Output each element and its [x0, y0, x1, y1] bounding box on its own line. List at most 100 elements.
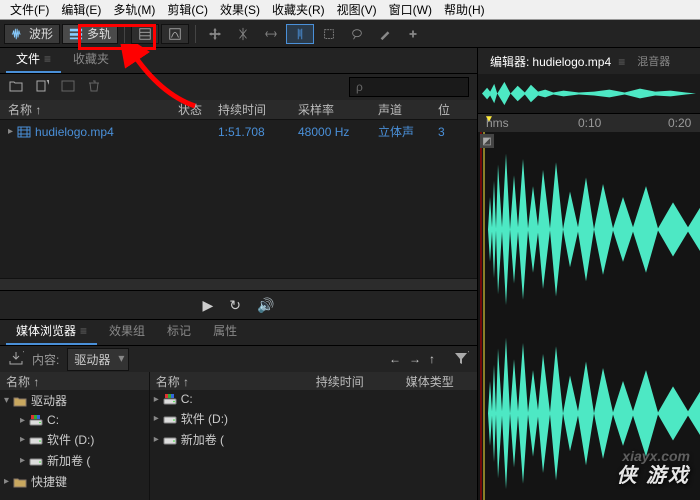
files-toolbar: ▾ ρ	[0, 74, 477, 100]
tree-item[interactable]: ▸C:	[0, 411, 149, 429]
menu-edit[interactable]: 编辑(E)	[55, 0, 107, 20]
tool-razor[interactable]	[230, 24, 256, 44]
expand-caret-icon[interactable]: ▸	[154, 434, 159, 445]
tab-properties[interactable]: 属性	[203, 318, 247, 345]
tab-editor[interactable]: 编辑器: hudielogo.mp4 ≡	[484, 49, 631, 74]
col-status[interactable]: 状态	[178, 101, 218, 118]
loop-button[interactable]: ↻	[229, 297, 241, 314]
menu-window[interactable]: 窗口(W)	[383, 0, 438, 20]
tool-move[interactable]	[202, 24, 228, 44]
tree-label: 快捷键	[31, 473, 67, 490]
panel-menu-icon[interactable]: ≡	[618, 55, 625, 69]
multitrack-icon	[69, 27, 83, 41]
tree-col-name[interactable]: 名称 ↑	[6, 373, 39, 390]
ruler-tick: 0:20	[668, 116, 691, 130]
menu-favorites[interactable]: 收藏夹(R)	[266, 0, 331, 20]
list-label: 软件 (D:)	[181, 410, 228, 427]
col-name[interactable]: 名称 ↑	[8, 101, 178, 118]
main-toolbar: 波形 多轨 I	[0, 20, 700, 48]
content-col-duration[interactable]: 持续时间	[316, 373, 406, 390]
file-name: hudielogo.mp4	[35, 125, 114, 139]
tool-brush[interactable]	[372, 24, 398, 44]
tool-button-2[interactable]	[161, 24, 189, 44]
menu-file[interactable]: 文件(F)	[4, 0, 55, 20]
expand-caret-icon[interactable]: ▸	[4, 476, 9, 487]
tool-slip[interactable]	[258, 24, 284, 44]
expand-caret-icon[interactable]: ▸	[20, 455, 25, 466]
play-button[interactable]: ▶	[203, 297, 214, 314]
left-column: 文件≡ 收藏夹 ▾ ρ 名称 ↑ 状态 持续时间 采样率 声道 位 ▸ hudi…	[0, 48, 478, 500]
expand-caret-icon[interactable]: ▾	[4, 395, 9, 406]
tree-item[interactable]: ▸软件 (D:)	[0, 429, 149, 450]
menu-multitrack[interactable]: 多轨(M)	[107, 0, 161, 20]
content-dropdown[interactable]: 驱动器	[67, 348, 129, 371]
content-col-type[interactable]: 媒体类型	[406, 373, 454, 390]
menu-clip[interactable]: 剪辑(C)	[161, 0, 214, 20]
expand-caret-icon[interactable]: ▸	[20, 434, 25, 445]
close-file-button[interactable]	[86, 80, 102, 95]
content-col-name[interactable]: 名称 ↑	[156, 373, 316, 390]
menu-effects[interactable]: 效果(S)	[214, 0, 266, 20]
up-button[interactable]: ↑	[429, 352, 435, 366]
open-file-button[interactable]	[8, 80, 24, 95]
tool-lasso[interactable]	[344, 24, 370, 44]
waveform-display[interactable]: ◩	[478, 132, 700, 500]
spectral-freq-icon	[138, 27, 152, 41]
import-button[interactable]: ▾	[8, 351, 24, 368]
col-duration[interactable]: 持续时间	[218, 101, 298, 118]
filter-button[interactable]: ▾	[453, 351, 469, 368]
file-row[interactable]: ▸ hudielogo.mp4 1:51.708 48000 Hz 立体声 3	[0, 120, 477, 143]
content-tree: 名称 ↑ 持续时间 媒体类型 ▸C:▸软件 (D:)▸新加卷 (	[150, 372, 477, 500]
list-item[interactable]: ▸C:	[150, 390, 477, 408]
tab-favorites[interactable]: 收藏夹	[63, 46, 119, 73]
tree-label: 新加卷 (	[47, 452, 90, 469]
tab-markers[interactable]: 标记	[157, 318, 201, 345]
col-channels[interactable]: 声道	[378, 101, 438, 118]
tab-mixer[interactable]: 混音器	[631, 49, 676, 73]
menu-help[interactable]: 帮助(H)	[438, 0, 491, 20]
waveform-icon	[478, 132, 700, 500]
col-samplerate[interactable]: 采样率	[298, 101, 378, 118]
multitrack-mode-button[interactable]: 多轨	[62, 24, 118, 44]
tab-files[interactable]: 文件≡	[6, 46, 61, 73]
audio-overview[interactable]	[478, 74, 700, 114]
ruler-tick: 0:10	[578, 116, 601, 130]
list-item[interactable]: ▸ 软件 (D:)	[150, 408, 477, 429]
menu-bar: 文件(F) 编辑(E) 多轨(M) 剪辑(C) 效果(S) 收藏夹(R) 视图(…	[0, 0, 700, 20]
menu-view[interactable]: 视图(V)	[331, 0, 383, 20]
file-samplerate: 48000 Hz	[298, 125, 378, 139]
time-ruler[interactable]: ▼ hms 0:10 0:20	[478, 114, 700, 132]
expand-caret-icon[interactable]: ▸	[20, 415, 25, 426]
tool-marquee[interactable]	[316, 24, 342, 44]
expand-caret-icon[interactable]: ▸	[8, 126, 13, 137]
forward-button[interactable]: →	[409, 352, 421, 366]
new-multitrack-button[interactable]: ▾	[34, 80, 50, 95]
skip-button[interactable]: 🔊	[257, 297, 274, 314]
tool-heal[interactable]	[400, 24, 426, 44]
heal-icon	[406, 27, 420, 41]
tree-item[interactable]: ▸ 新加卷 (	[0, 450, 149, 471]
tab-effects-rack[interactable]: 效果组	[99, 318, 155, 345]
folder-open-icon	[9, 80, 23, 92]
file-channels: 立体声	[378, 123, 438, 140]
tree-label: 驱动器	[31, 392, 67, 409]
tab-media-browser[interactable]: 媒体浏览器≡	[6, 318, 97, 345]
col-bit[interactable]: 位	[438, 101, 468, 118]
file-bit: 3	[438, 125, 458, 139]
brush-icon	[378, 27, 392, 41]
waveform-mode-button[interactable]: 波形	[4, 24, 60, 44]
panel-menu-icon[interactable]: ≡	[44, 52, 51, 66]
back-button[interactable]: ←	[389, 352, 401, 366]
expand-caret-icon[interactable]: ▸	[154, 394, 159, 405]
spectral-toggle-button[interactable]	[60, 80, 76, 95]
tree-item[interactable]: ▾ 驱动器	[0, 390, 149, 411]
tree-item[interactable]: ▸ 快捷键	[0, 471, 149, 492]
tool-time-select[interactable]: I	[286, 24, 314, 44]
tool-button-1[interactable]	[131, 24, 159, 44]
panel-menu-icon[interactable]: ≡	[80, 324, 87, 338]
search-input[interactable]: ρ	[349, 77, 469, 97]
spectral-small-icon	[61, 80, 75, 92]
expand-caret-icon[interactable]: ▸	[154, 413, 159, 424]
list-item[interactable]: ▸新加卷 (	[150, 429, 477, 450]
editor-panel: 编辑器: hudielogo.mp4 ≡ 混音器 ▼ hms 0:10 0:20…	[478, 48, 700, 500]
